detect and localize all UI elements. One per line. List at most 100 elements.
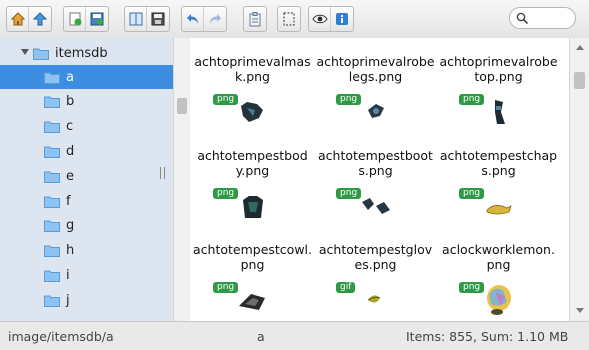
- file-thumbnail: [241, 102, 263, 122]
- select-button[interactable]: [278, 7, 300, 31]
- file-name: aclockworklemon.png: [442, 242, 555, 272]
- file-thumbnail: [367, 295, 381, 303]
- view-group: [124, 6, 170, 32]
- preview-button[interactable]: [309, 7, 331, 31]
- file-thumbnail: [487, 285, 511, 315]
- tree-item-i[interactable]: i: [0, 263, 173, 287]
- scroll-down-icon[interactable]: [576, 308, 584, 313]
- tree-item-j[interactable]: j: [0, 288, 173, 312]
- tree-item-itemsdb[interactable]: itemsdb: [0, 41, 173, 65]
- tree-item-g[interactable]: g: [0, 214, 173, 238]
- up-arrow-icon: [32, 12, 48, 26]
- clipboard-button[interactable]: [244, 7, 266, 31]
- save-icon: [90, 12, 104, 26]
- grid-scroll-thumb[interactable]: [574, 72, 585, 89]
- file-thumbnail: [368, 104, 384, 118]
- status-bar: image/itemsdb/a a Items: 855, Sum: 1.10 …: [0, 321, 589, 350]
- folder-icon: [44, 72, 60, 84]
- splitter-handle[interactable]: [160, 167, 165, 179]
- tree-item-h[interactable]: h: [0, 239, 173, 263]
- chevron-down-icon: [21, 49, 29, 55]
- file-tile[interactable]: achtotempestgloves.png gif: [314, 226, 437, 318]
- folder-icon: [44, 121, 60, 134]
- tree-scrollbar[interactable]: [173, 38, 190, 321]
- tree-item-a[interactable]: a: [0, 65, 173, 89]
- save-button[interactable]: [86, 7, 108, 31]
- up-button[interactable]: [29, 7, 51, 31]
- file-tile[interactable]: achtotempestbody.png png: [191, 132, 314, 224]
- floppy-icon: [151, 12, 165, 26]
- new-file-button[interactable]: [64, 7, 86, 31]
- edit-group: [243, 6, 267, 32]
- redo-icon: [210, 14, 221, 24]
- file-type-badge: gif: [336, 282, 356, 293]
- folder-icon: [44, 220, 60, 233]
- file-thumbnail: [486, 205, 512, 215]
- eye-icon: [311, 14, 328, 24]
- floppy-button[interactable]: [147, 7, 169, 31]
- tree-item-label: d: [66, 143, 75, 159]
- file-thumbnail: [239, 294, 265, 310]
- status-selection: a: [257, 329, 265, 344]
- tree-item-d[interactable]: d: [0, 139, 173, 163]
- tree-item-label: h: [66, 243, 75, 259]
- folder-icon: [44, 96, 60, 109]
- tree-item-label: i: [66, 267, 70, 283]
- tree-item-b[interactable]: b: [0, 90, 173, 114]
- tree-item-c[interactable]: c: [0, 115, 173, 139]
- folder-icon: [44, 146, 60, 158]
- nav-group: [6, 6, 52, 32]
- book-button[interactable]: [125, 7, 147, 31]
- folder-icon: [44, 270, 60, 282]
- tree-item-label: j: [66, 292, 70, 308]
- file-name: achtotempestchaps.png: [439, 148, 558, 178]
- file-name: achtotempestgloves.png: [318, 242, 433, 272]
- file-thumbnail: [495, 100, 505, 124]
- grid-scrollbar[interactable]: [569, 38, 589, 321]
- new-file-icon: [69, 12, 81, 26]
- home-button[interactable]: [7, 7, 29, 31]
- file-name: achtoprimevalmask.png: [194, 54, 311, 84]
- tree-item-e[interactable]: e: [0, 164, 173, 188]
- tree-scroll-thumb[interactable]: [177, 98, 187, 114]
- file-tile[interactable]: achtotempestcowl.png png: [191, 226, 314, 318]
- info-icon: [336, 13, 348, 25]
- folder-icon: [44, 295, 60, 307]
- tree-item-f[interactable]: f: [0, 189, 173, 213]
- file-name: achtoprimevalrobelegs.png: [316, 54, 435, 84]
- file-tile[interactable]: achtoprimevalrobetop.png png: [437, 38, 560, 130]
- file-name: achtotempestboots.png: [318, 148, 433, 178]
- status-path: image/itemsdb/a: [8, 329, 114, 344]
- tree-item-label: a: [66, 69, 74, 85]
- search-input[interactable]: [509, 7, 576, 29]
- folder-icon: [33, 48, 49, 60]
- file-tile[interactable]: achtotempestboots.png png: [314, 132, 437, 224]
- undo-button[interactable]: [182, 7, 204, 31]
- file-thumbnail: [243, 196, 263, 218]
- file-tile[interactable]: achtoprimevalrobelegs.png png: [314, 38, 437, 130]
- history-group: [181, 6, 227, 32]
- file-tile[interactable]: achtoprimevalmask.png png: [191, 38, 314, 130]
- undo-icon: [186, 14, 198, 24]
- file-name: achtotempestcowl.png: [193, 242, 313, 272]
- folder-icon: [44, 171, 60, 183]
- file-tile[interactable]: achtotempestchaps.png png: [437, 132, 560, 224]
- clipboard-icon: [249, 12, 261, 27]
- redo-button[interactable]: [204, 7, 226, 31]
- info-group: [308, 6, 354, 32]
- select-group: [277, 6, 301, 32]
- book-icon: [129, 12, 142, 26]
- tree-item-label: e: [66, 168, 74, 184]
- toolbar: [0, 0, 589, 39]
- tree-root-label: itemsdb: [55, 45, 108, 61]
- home-icon: [10, 12, 25, 26]
- info-button[interactable]: [331, 7, 353, 31]
- scroll-up-icon[interactable]: [576, 45, 584, 50]
- file-thumbnail: [362, 198, 390, 214]
- file-grid: achtoprimevalmask.png png achtoprimevalrob…: [190, 38, 569, 321]
- tree-item-label: c: [66, 119, 74, 135]
- file-tile[interactable]: aclockworklemon.png png: [437, 226, 560, 318]
- folder-tree: itemsdb abcdefghij: [0, 38, 173, 321]
- folder-icon: [44, 196, 60, 208]
- file-name: achtoprimevalrobetop.png: [439, 54, 558, 84]
